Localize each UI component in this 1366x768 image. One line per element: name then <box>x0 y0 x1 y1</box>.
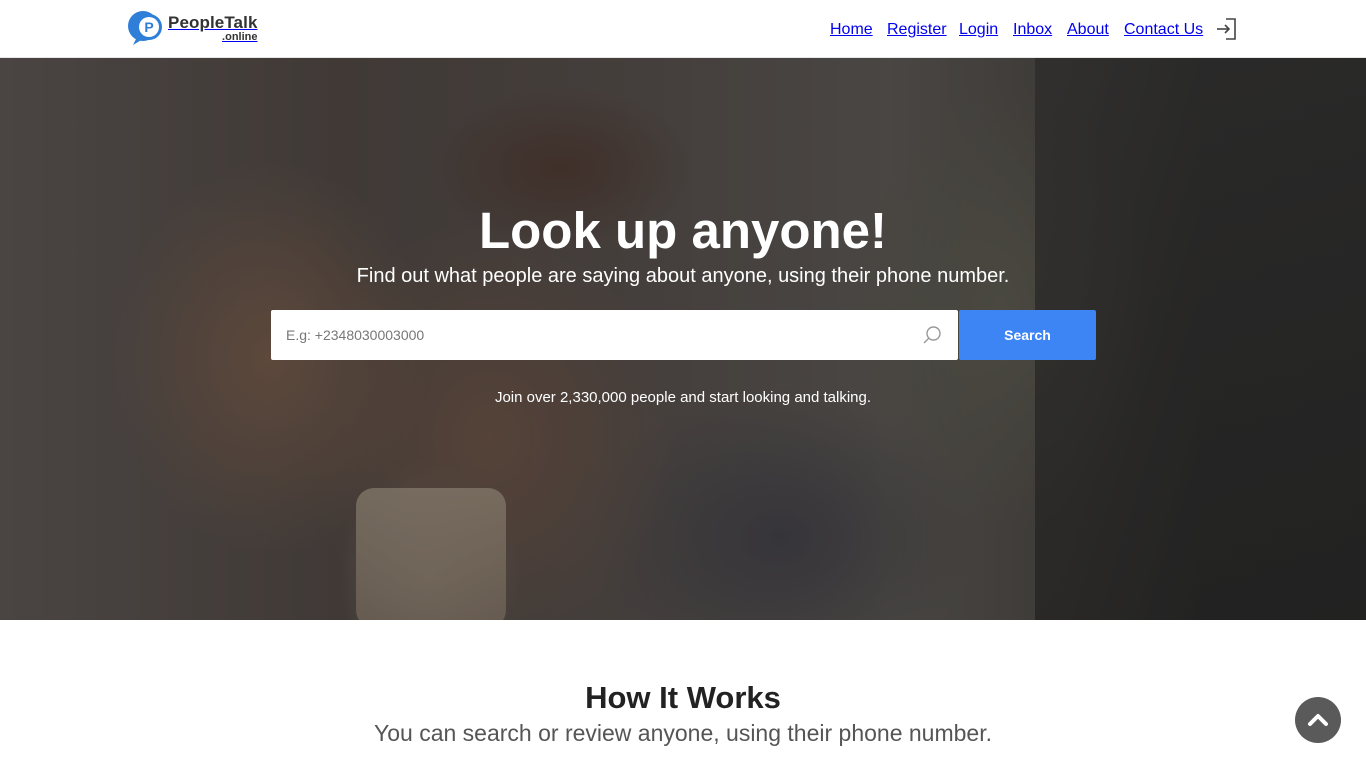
nav-login[interactable]: Login <box>959 21 998 39</box>
back-to-top-button[interactable] <box>1295 697 1341 743</box>
site-header: P PeopleTalk .online Home Register Login… <box>0 0 1366 58</box>
logo-speech-bubble-icon: P <box>127 9 165 47</box>
nav-about[interactable]: About <box>1067 21 1109 39</box>
join-text: Join over 2,330,000 people and start loo… <box>494 389 872 406</box>
hero-subtitle: Find out what people are saying about an… <box>356 265 1010 287</box>
how-it-works-title: How It Works <box>585 680 781 715</box>
logo-tld: .online <box>222 30 258 43</box>
nav-home[interactable]: Home <box>830 21 873 39</box>
search-icon[interactable] <box>921 324 943 346</box>
logo-mark-letter: P <box>144 19 153 35</box>
hero-title: Look up anyone! <box>479 202 887 259</box>
chevron-up-icon <box>1308 714 1328 726</box>
how-it-works-subtitle: You can search or review anyone, using t… <box>374 720 992 746</box>
logo-brand: PeopleTalk <box>168 12 258 32</box>
nav-register[interactable]: Register <box>887 21 947 39</box>
hero-section: Look up anyone! Find out what people are… <box>0 58 1366 620</box>
site-logo[interactable]: P PeopleTalk .online <box>127 9 258 47</box>
sign-in-icon[interactable] <box>1214 16 1240 42</box>
nav-inbox[interactable]: Inbox <box>1013 21 1052 39</box>
logo-text: PeopleTalk .online <box>168 14 258 43</box>
nav-contact-us[interactable]: Contact Us <box>1124 21 1203 39</box>
search-button[interactable]: Search <box>959 310 1096 360</box>
search-box <box>271 310 958 360</box>
search-input[interactable] <box>271 310 911 360</box>
